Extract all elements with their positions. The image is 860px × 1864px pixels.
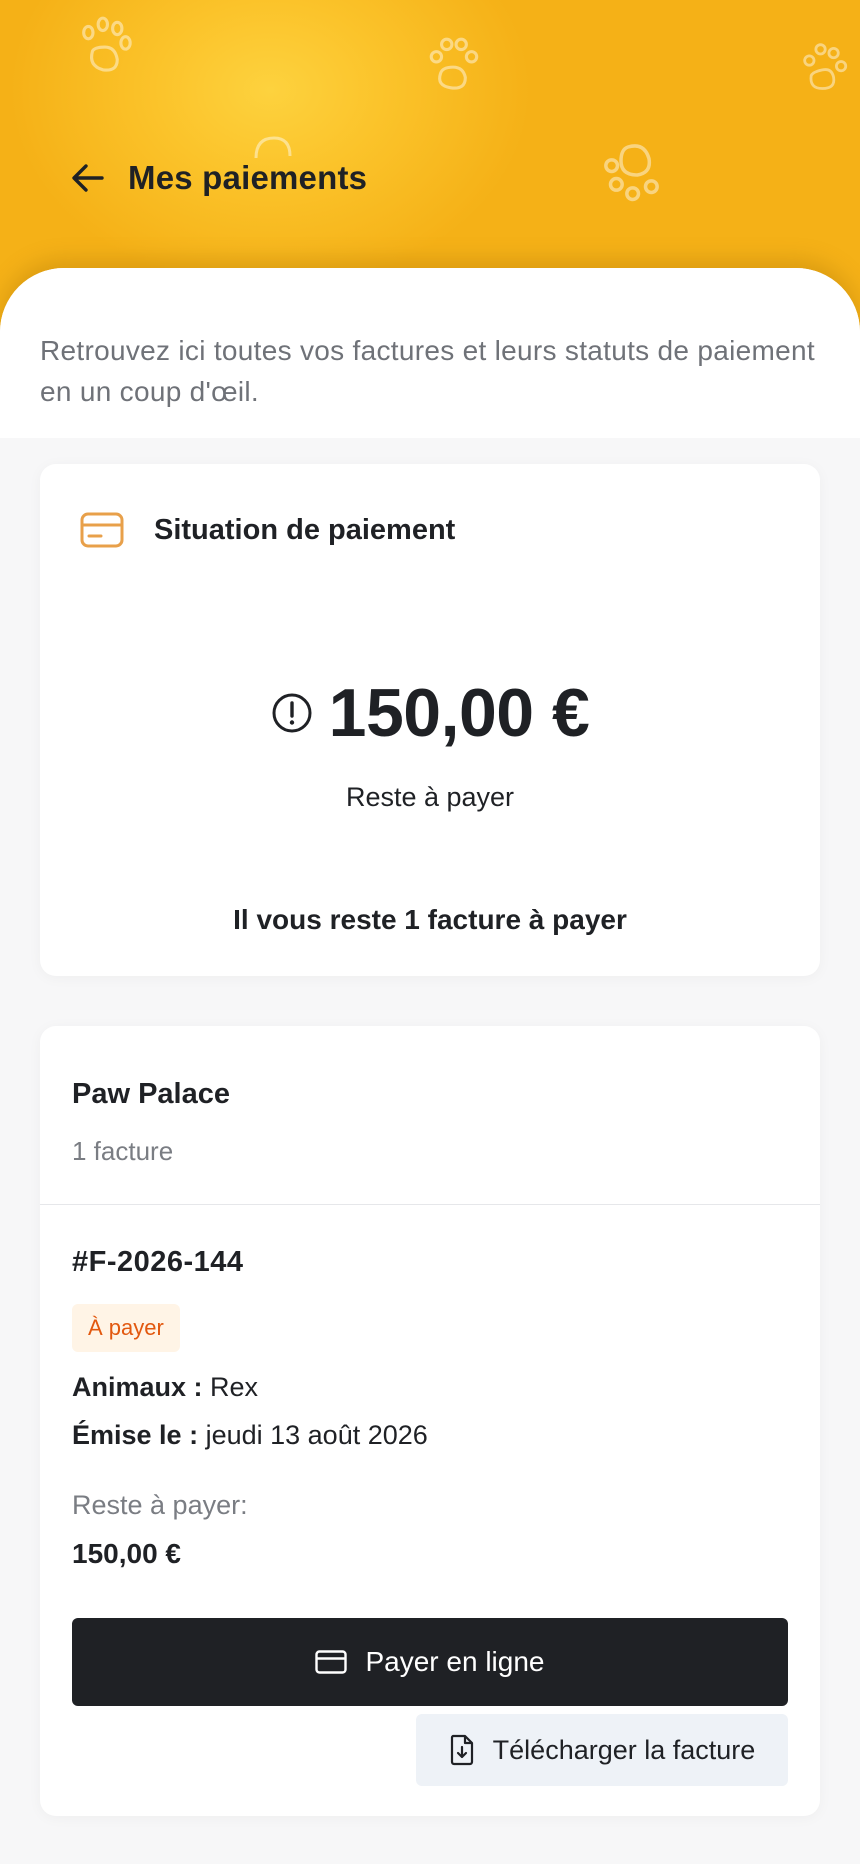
due-amount: 150,00 € (72, 1538, 181, 1569)
intro-text: Retrouvez ici toutes vos factures et leu… (40, 335, 815, 407)
animals-label: Animaux : (72, 1372, 203, 1402)
summary-title: Situation de paiement (154, 513, 456, 546)
content-sheet: Retrouvez ici toutes vos factures et leu… (0, 268, 860, 1864)
animals-line: Animaux : Rex (72, 1372, 258, 1403)
invoice-count: 1 facture (72, 1136, 174, 1166)
animals-value: Rex (210, 1372, 259, 1402)
top-bar: Mes paiements (66, 156, 367, 200)
payment-summary-card: Situation de paiement 150,00 € Reste à p… (40, 464, 820, 976)
issued-date-line: Émise le : jeudi 13 août 2026 (72, 1420, 428, 1451)
back-button[interactable] (66, 156, 110, 200)
alert-circle-icon (272, 693, 312, 733)
invoice-number: #F-2026-144 (72, 1246, 244, 1278)
arrow-left-icon (72, 164, 104, 192)
issued-label: Émise le : (72, 1420, 199, 1450)
paw-print-icon (604, 144, 659, 202)
summary-header: Situation de paiement (80, 512, 455, 548)
amount-row: 150,00 € (40, 674, 820, 752)
amount-caption: Reste à payer (345, 782, 515, 812)
issued-value: jeudi 13 août 2026 (205, 1420, 428, 1450)
credit-card-icon (315, 1650, 348, 1674)
remaining-invoices-text: Il vous reste 1 facture à payer (233, 904, 627, 935)
credit-card-icon (80, 512, 124, 548)
status-badge: À payer (72, 1304, 180, 1352)
clinic-name: Paw Palace (72, 1078, 230, 1110)
download-invoice-label: Télécharger la facture (492, 1734, 756, 1765)
divider (40, 1204, 820, 1205)
clinic-invoices-card: Paw Palace 1 facture #F-2026-144 À payer… (40, 1026, 820, 1816)
paw-print-icon (803, 43, 848, 90)
amount-due: 150,00 € (328, 675, 590, 751)
paw-print-icon (429, 37, 479, 90)
download-invoice-button[interactable]: Télécharger la facture (416, 1714, 788, 1786)
pay-online-button[interactable]: Payer en ligne (72, 1618, 788, 1706)
page-title: Mes paiements (128, 159, 368, 196)
file-download-icon (450, 1734, 473, 1766)
paw-print-icon (82, 16, 132, 72)
due-label: Reste à payer: (72, 1490, 248, 1520)
pay-online-label: Payer en ligne (365, 1646, 545, 1677)
